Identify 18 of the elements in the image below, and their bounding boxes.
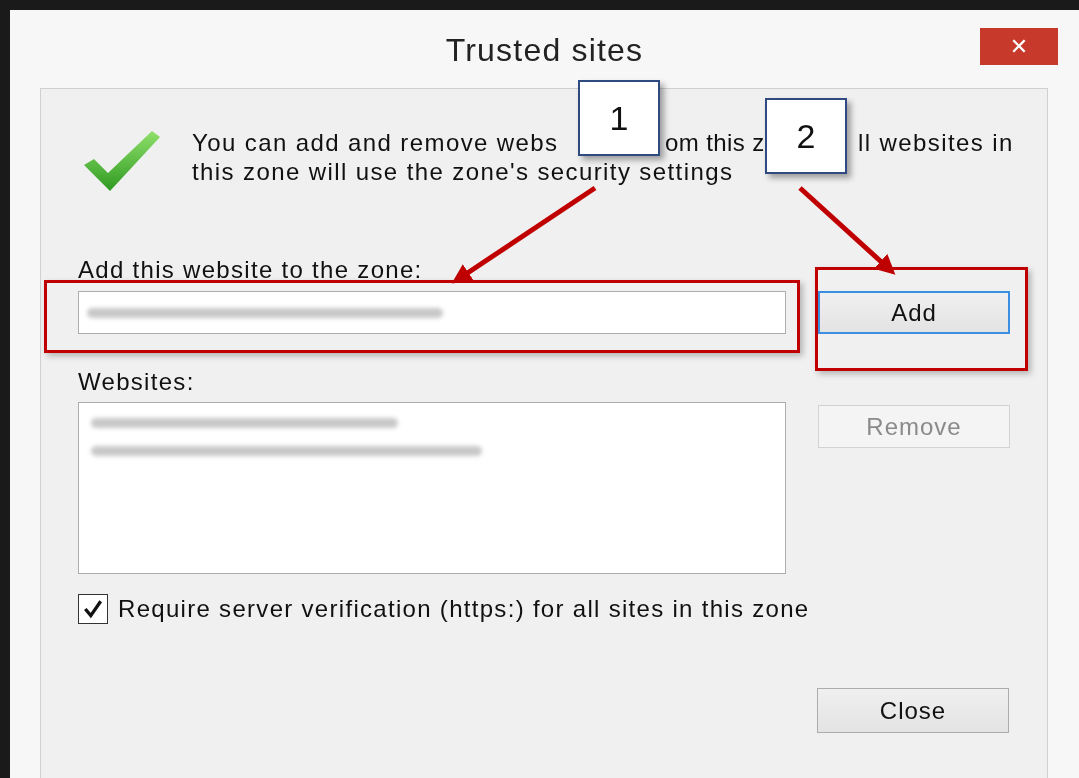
websites-list[interactable] (78, 402, 786, 574)
description-text: You can add and remove webs (192, 128, 560, 157)
description-text: ll websites in (858, 128, 1015, 157)
window-title: Trusted sites (445, 32, 644, 69)
field-label: Add this website to the zone: (78, 257, 424, 283)
checkmark-icon (82, 129, 162, 193)
tick-icon (82, 598, 104, 620)
description-text: om this z (665, 128, 766, 157)
callout-label: 2 (765, 98, 847, 174)
checkbox-label: Require server verification (https:) for all sites in this zone (118, 595, 810, 623)
description-text: this zone will use the zone's security settings (192, 157, 735, 186)
close-button[interactable]: ✕ (980, 28, 1058, 65)
callout-label: 1 (578, 80, 660, 156)
close-dialog-button[interactable]: Close (817, 688, 1009, 733)
list-label: Websites: (78, 369, 196, 395)
website-input-field[interactable] (78, 291, 786, 334)
checkbox[interactable] (78, 594, 108, 624)
add-button[interactable]: Add (818, 291, 1010, 334)
